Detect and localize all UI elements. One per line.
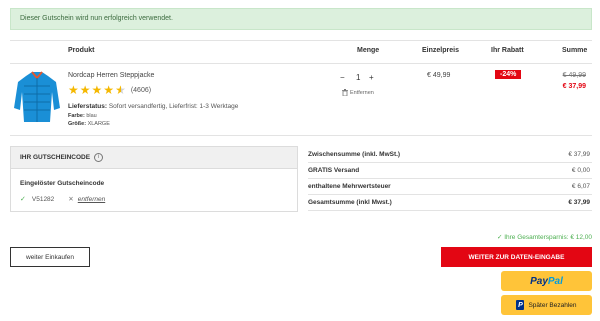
coupon-heading: IHR GUTSCHEINCODE <box>20 154 91 161</box>
grand-total-label: Gesamtsumme (inkl Mwst.) <box>308 199 392 206</box>
table-top-divider <box>10 40 592 41</box>
trash-icon <box>342 89 348 96</box>
delivery-status-value: Sofort versandfertig, Lieferfrist: 1-3 W… <box>108 103 239 110</box>
paypal-icon: P <box>516 300 525 310</box>
delivery-status: Lieferstatus: Sofort versandfertig, Lief… <box>68 103 238 110</box>
paypal-logo-pay: Pay <box>530 275 548 287</box>
pay-later-label: Später Bezahlen <box>528 301 577 309</box>
remove-item-button[interactable]: Entfernen <box>342 89 374 96</box>
header-quantity: Menge <box>357 47 380 54</box>
star-icon: ★ <box>103 83 115 97</box>
qty-decrease-button[interactable]: − <box>340 73 345 82</box>
star-half-icon: ★ <box>115 83 126 97</box>
pay-later-button[interactable]: P Später Bezahlen <box>501 295 592 315</box>
header-unit-price: Einzelpreis <box>422 47 459 54</box>
color-value: blau <box>86 113 97 119</box>
subtotal-value: € 37,99 <box>568 151 590 158</box>
paypal-button[interactable]: Pay Pal <box>501 271 592 291</box>
qty-value[interactable]: 1 <box>356 73 360 82</box>
product-image[interactable] <box>12 68 62 126</box>
delivery-status-label: Lieferstatus: <box>68 103 108 110</box>
table-header-divider <box>10 63 592 64</box>
coupon-header: IHR GUTSCHEINCODE i <box>11 147 297 169</box>
rating-count: (4606) <box>130 86 152 94</box>
header-discount: Ihr Rabatt <box>491 47 524 54</box>
paypal-logo-pal: Pal <box>547 275 563 287</box>
product-color: Farbe: blau <box>68 113 97 119</box>
vat-label: enthaltene Mehrwertsteuer <box>308 183 391 190</box>
product-name[interactable]: Nordcap Herren Steppjacke <box>68 72 154 79</box>
shipping-label: GRATIS Versand <box>308 167 360 174</box>
total-savings: ✓ Ihre Gesamtersparnis: € 12,00 <box>496 234 592 241</box>
coupon-code-row: ✓ V51282 ✕ entfernen <box>20 195 105 204</box>
vat-row: enthaltene Mehrwertsteuer € 6,07 <box>308 179 592 195</box>
header-product: Produkt <box>68 47 95 54</box>
remove-item-label: Entfernen <box>350 89 374 96</box>
order-totals: Zwischensumme (inkl. MwSt.) € 37,99 GRAT… <box>308 147 592 211</box>
shipping-row: GRATIS Versand € 0,00 <box>308 163 592 179</box>
qty-increase-button[interactable]: + <box>369 73 374 82</box>
rating-stars: ★ ★ ★ ★ ★ (4606) <box>68 84 151 96</box>
coupon-code: V51282 <box>31 195 55 203</box>
size-label: Größe: <box>68 121 87 127</box>
unit-price: € 49,99 <box>427 72 451 79</box>
header-sum: Summe <box>562 47 588 54</box>
subtotal-label: Zwischensumme (inkl. MwSt.) <box>308 151 401 158</box>
size-value: XLARGE <box>87 121 110 127</box>
subtotal-row: Zwischensumme (inkl. MwSt.) € 37,99 <box>308 147 592 163</box>
item-divider <box>10 135 592 136</box>
star-icon: ★ <box>68 83 79 97</box>
grand-total-row: Gesamtsumme (inkl Mwst.) € 37,99 <box>308 195 592 211</box>
success-alert: Dieser Gutschein wird nun erfolgreich ve… <box>10 8 592 30</box>
coupon-panel: IHR GUTSCHEINCODE i Eingelöster Gutschei… <box>10 146 298 212</box>
checkout-button[interactable]: WEITER ZUR DATEN-EINGABE <box>441 247 592 267</box>
coupon-redeemed-label: Eingelöster Gutscheincode <box>20 180 105 187</box>
product-size: Größe: XLARGE <box>68 121 110 127</box>
discount-badge: -24% <box>495 70 522 79</box>
new-price: € 37,99 <box>562 83 586 90</box>
color-label: Farbe: <box>68 113 85 119</box>
check-icon: ✓ <box>20 196 26 203</box>
star-icon: ★ <box>91 83 103 97</box>
old-price: € 49,99 <box>562 72 586 79</box>
close-icon[interactable]: ✕ <box>68 195 73 203</box>
grand-total-value: € 37,99 <box>568 199 590 206</box>
vat-value: € 6,07 <box>571 183 590 190</box>
alert-message: Dieser Gutschein wird nun erfolgreich ve… <box>20 15 173 22</box>
star-icon: ★ <box>79 83 91 97</box>
info-icon[interactable]: i <box>94 153 104 162</box>
shipping-value: € 0,00 <box>571 167 590 174</box>
continue-shopping-button[interactable]: weiter Einkaufen <box>10 247 90 267</box>
remove-coupon-link[interactable]: entfernen <box>78 196 105 203</box>
